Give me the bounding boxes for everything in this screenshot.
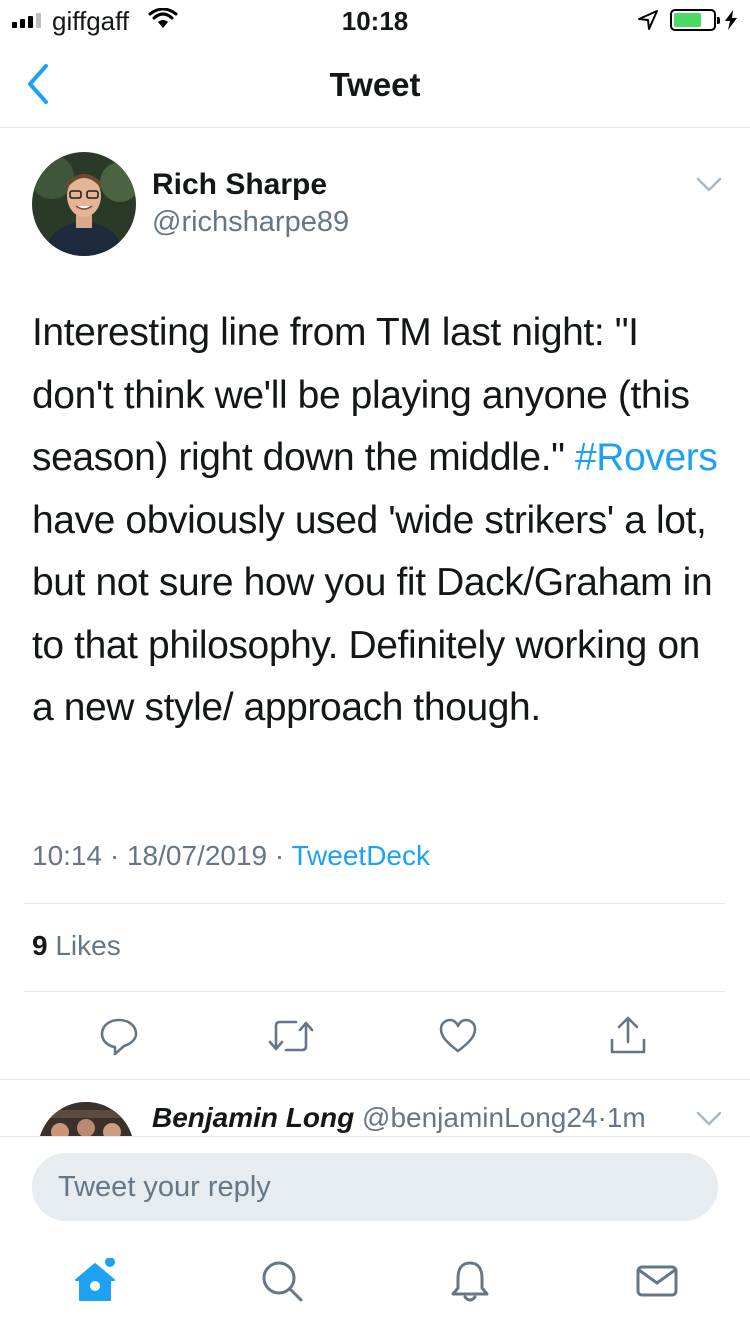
meta-separator: · [274,840,285,871]
charging-bolt-icon [725,10,737,30]
likes-number: 9 [32,930,48,961]
divider [24,903,725,904]
author-name[interactable]: Rich Sharpe [152,168,327,202]
reply-composer: Tweet your reply [0,1136,750,1236]
likes-label: Likes [55,930,121,961]
hashtag-link[interactable]: #Rovers [575,436,718,479]
likes-count[interactable]: 9 Likes [32,930,121,962]
tweet-source-link[interactable]: TweetDeck [292,840,431,871]
reply-age: 1m [606,1102,646,1133]
page-title: Tweet [329,66,421,103]
battery-level [674,13,701,27]
tweet-date: 18/07/2019 [126,840,268,871]
meta-separator: · [597,1102,607,1133]
reply-author-handle[interactable]: @benjaminLong24 [362,1102,597,1133]
tweet-text-part: have obviously used 'wide strikers' a lo… [32,498,713,730]
home-icon[interactable] [72,1258,118,1304]
reply-input[interactable]: Tweet your reply [32,1153,718,1221]
tweet-text: Interesting line from TM last night: "I … [32,302,722,740]
share-icon[interactable] [608,1016,648,1056]
comment-bubble-icon[interactable] [99,1016,139,1056]
divider [24,991,725,992]
battery-icon [670,9,720,31]
reply-author-name[interactable]: Benjamin Long [152,1102,354,1133]
tab-bar [0,1236,750,1334]
envelope-icon[interactable] [634,1258,680,1304]
meta-separator: · [109,840,120,871]
tweet-meta: 10:14 · 18/07/2019 · TweetDeck [32,840,430,872]
tweet-time: 10:14 [32,840,103,871]
chevron-down-icon[interactable] [696,176,722,194]
retweet-icon[interactable] [268,1016,314,1056]
reply-preview[interactable]: Benjamin Long @benjaminLong24·1m [0,1080,750,1136]
search-icon[interactable] [259,1258,305,1304]
status-bar: giffgaff 10:18 [0,0,750,40]
reply-avatar[interactable] [38,1102,134,1136]
bell-icon[interactable] [447,1258,493,1304]
author-handle[interactable]: @richsharpe89 [152,206,349,239]
reply-header: Benjamin Long @benjaminLong24·1m [152,1102,646,1134]
location-arrow-icon [638,10,658,30]
nav-bar: Tweet [0,40,750,128]
author-avatar[interactable] [32,152,136,256]
chevron-down-icon[interactable] [696,1110,722,1128]
heart-icon[interactable] [438,1016,478,1056]
